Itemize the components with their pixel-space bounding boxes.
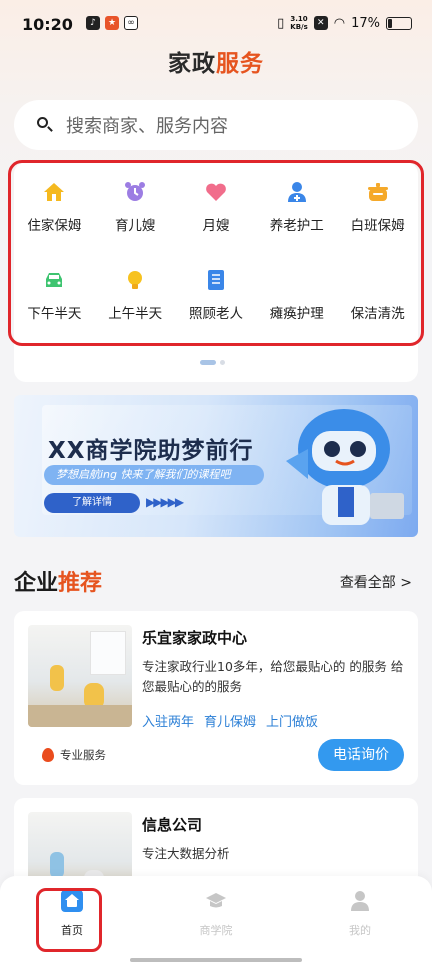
service-badge: 专业服务 <box>42 747 106 763</box>
company-name: 乐宜家家政中心 <box>142 629 248 647</box>
house-icon <box>44 183 65 201</box>
banner-title: XX商学院助梦前行 <box>48 438 254 464</box>
company-tag: 育儿保姆 <box>204 715 257 730</box>
banner-arrows: ▶▶▶▶▶ <box>146 495 184 509</box>
status-bar: 10:20 ♪ ★ ∞ ▯ 3.10 KB/s ✕ ◠ 17% <box>0 0 432 48</box>
notification-icons: ♪ ★ ∞ <box>86 16 138 30</box>
category-item-afternoon-half-day[interactable]: 下午半天 <box>14 260 95 348</box>
company-description: 专注大数据分析 <box>142 846 230 861</box>
alarm-clock-icon <box>125 182 146 201</box>
net-speed: 3.10 KB/s <box>290 15 308 31</box>
category-item-nanny[interactable]: 育儿嫂 <box>95 172 176 260</box>
status-right: ▯ 3.10 KB/s ✕ ◠ 17% <box>277 15 412 31</box>
bottom-tab-bar: 首页 商学院 我的 <box>0 876 432 964</box>
tab-business-school[interactable]: 商学院 <box>176 890 256 938</box>
heart-icon <box>206 183 226 201</box>
banner-subtitle: 梦想启航ing 快来了解我们的课程吧 <box>44 465 264 485</box>
company-card[interactable]: 乐宜家家政中心 专注家政行业10多年，给您最贴心的 的服务 给您最贴心的的服务 … <box>14 611 418 785</box>
caregiver-icon <box>287 182 306 202</box>
company-photo <box>28 625 132 727</box>
banner-learn-more-button[interactable]: 了解详情 <box>44 493 140 513</box>
status-time: 10:20 <box>22 15 73 34</box>
company-description: 专注家政行业10多年，给您最贴心的 的服务 给您最贴心的的服务 <box>142 659 404 694</box>
home-indicator <box>130 958 302 962</box>
category-item-morning-half-day[interactable]: 上午半天 <box>95 260 176 348</box>
company-tag: 上门做饭 <box>266 715 319 730</box>
vibrate-icon: ▯ <box>277 15 285 31</box>
pager-dot-active <box>200 360 216 365</box>
home-icon <box>61 890 83 912</box>
page-title: 家政服务 <box>168 51 264 77</box>
tab-home[interactable]: 首页 <box>32 890 112 938</box>
book-icon <box>207 270 224 290</box>
section-title: 企业推荐 <box>14 571 103 596</box>
link-icon: ∞ <box>124 16 138 30</box>
call-inquiry-button[interactable]: 电话询价 <box>318 739 404 771</box>
blank-icon <box>366 268 390 292</box>
carousel-pager <box>200 360 225 365</box>
pager-dot <box>220 360 225 365</box>
robot-mascot-icon <box>286 409 404 525</box>
category-item-maternity-nurse[interactable]: 月嫂 <box>176 172 257 260</box>
company-tag: 入驻两年 <box>142 715 195 730</box>
app-notification-icon: ★ <box>105 16 119 30</box>
bulb-icon <box>128 271 143 289</box>
category-item-elderly-care[interactable]: 养老护工 <box>256 172 337 260</box>
user-icon <box>351 891 369 911</box>
car-icon <box>46 273 63 287</box>
category-item-live-in-nanny[interactable]: 住家保姆 <box>14 172 95 260</box>
category-item-cleaning[interactable]: 保洁清洗 <box>337 260 418 348</box>
company-tags: 入驻两年 育儿保姆 上门做饭 <box>142 711 318 730</box>
pot-icon <box>367 183 388 201</box>
flame-icon <box>42 748 54 762</box>
tiktok-icon: ♪ <box>86 16 100 30</box>
search-input[interactable]: 搜索商家、服务内容 <box>14 100 418 150</box>
category-item-paralysis-care[interactable]: 瘫痪护理 <box>256 260 337 348</box>
category-item-day-nanny[interactable]: 白班保姆 <box>337 172 418 260</box>
search-icon <box>36 116 54 134</box>
promo-banner[interactable]: XX商学院助梦前行 梦想启航ing 快来了解我们的课程吧 了解详情 ▶▶▶▶▶ <box>14 395 418 537</box>
blank-icon <box>285 268 309 292</box>
battery-percent: 17% <box>351 15 380 31</box>
graduation-cap-icon <box>206 893 226 908</box>
battery-icon <box>386 16 412 30</box>
category-item-care-elderly[interactable]: 照顾老人 <box>176 260 257 348</box>
category-grid: 住家保姆 育儿嫂 月嫂 养老护工 白班保姆 下午半天 上午半天 照顾老人 瘫痪护… <box>14 172 418 348</box>
view-all-link[interactable]: 查看全部 > <box>340 572 412 592</box>
company-name: 信息公司 <box>142 816 203 834</box>
tab-mine[interactable]: 我的 <box>320 890 400 938</box>
sim-off-icon: ✕ <box>313 16 328 30</box>
search-placeholder: 搜索商家、服务内容 <box>66 116 228 137</box>
wifi-icon: ◠ <box>333 15 346 31</box>
